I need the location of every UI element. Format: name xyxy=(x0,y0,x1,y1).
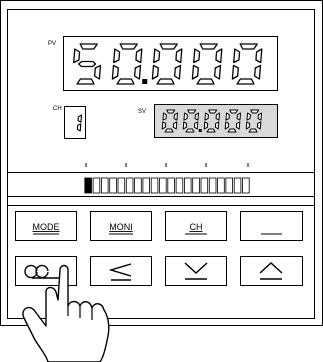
bargraph-segment xyxy=(159,177,167,194)
segment-d xyxy=(156,78,175,85)
decimal-point xyxy=(198,129,202,132)
bargraph-segment xyxy=(167,177,175,194)
segment-d xyxy=(164,128,174,133)
bargraph-segment xyxy=(183,177,192,194)
bargraph-segment xyxy=(200,177,209,194)
ch-label: CH xyxy=(53,106,62,112)
blank-button[interactable] xyxy=(240,211,303,241)
segment-a xyxy=(239,43,258,50)
segment-c xyxy=(133,64,142,80)
mode-button[interactable]: MODE xyxy=(15,211,77,241)
pv-label: PV xyxy=(48,41,56,47)
bargraph-segment xyxy=(225,177,233,194)
segment-f xyxy=(113,48,121,64)
segment-d xyxy=(196,78,215,85)
sv-display xyxy=(154,104,278,138)
bargraph-segment xyxy=(109,177,117,194)
bargraph-segment xyxy=(142,177,150,194)
segment-f xyxy=(246,112,251,121)
segment-f xyxy=(153,48,161,64)
segment-d xyxy=(206,128,216,133)
segment-c xyxy=(253,64,262,80)
bargraph-segment xyxy=(150,177,159,194)
bargraph-segment xyxy=(192,177,200,194)
bargraph-segment xyxy=(242,177,250,194)
bargraph-segment xyxy=(208,177,217,194)
segment-c xyxy=(172,121,178,130)
segment-d xyxy=(76,78,95,85)
segment-d xyxy=(227,128,237,133)
ch-button[interactable]: CH xyxy=(165,211,227,241)
bargraph-segment xyxy=(92,177,101,194)
bargraph-segment xyxy=(134,177,142,194)
segment-a xyxy=(159,43,178,50)
segment-c xyxy=(214,121,220,130)
bargraph-segment xyxy=(101,177,109,194)
moni-button-label: MONI xyxy=(109,222,133,232)
mode-button-label: MODE xyxy=(33,222,60,232)
down-arrow-button[interactable] xyxy=(165,256,227,286)
segment-f xyxy=(233,48,241,64)
segment-c xyxy=(193,121,199,130)
segment-c xyxy=(173,64,182,80)
segment-a xyxy=(166,109,176,114)
sv-label: SV xyxy=(138,109,146,115)
moni-button[interactable]: MONI xyxy=(90,211,152,241)
bargraph-segment xyxy=(217,177,225,194)
less-or-equal-button[interactable] xyxy=(90,256,152,286)
segment-f xyxy=(204,112,209,121)
segment-c xyxy=(76,123,82,132)
segment-f xyxy=(225,112,230,121)
segment-g xyxy=(77,60,97,68)
bargraph-segment xyxy=(125,177,134,194)
segment-f xyxy=(183,112,188,121)
bargraph-segment xyxy=(117,177,126,194)
ch-button-label: CH xyxy=(190,222,203,232)
segment-a xyxy=(119,43,138,50)
segment-a xyxy=(199,43,218,50)
segment-c xyxy=(235,121,241,130)
segment-d xyxy=(185,128,195,133)
segment-d xyxy=(116,78,135,85)
controller-front-panel: PV CH SV MODE MONI CH xyxy=(0,0,323,362)
segment-f xyxy=(162,112,167,121)
up-arrow-button[interactable] xyxy=(240,256,303,286)
segment-a xyxy=(187,109,197,114)
decimal-point xyxy=(142,79,148,84)
segment-c xyxy=(93,64,102,80)
segment-f xyxy=(73,48,81,64)
bargraph-segment xyxy=(233,177,242,194)
segment-d xyxy=(236,78,255,85)
segment-f xyxy=(193,48,201,64)
segment-c xyxy=(256,121,262,130)
segment-a xyxy=(229,109,239,114)
bargraph-segment xyxy=(175,177,184,194)
segment-d xyxy=(248,128,258,133)
segment-c xyxy=(213,64,222,80)
segment-b xyxy=(77,114,83,123)
bargraph-segment-lit xyxy=(84,177,92,194)
segment-a xyxy=(208,109,218,114)
segment-a xyxy=(79,43,98,50)
ch-display xyxy=(64,106,86,139)
segment-a xyxy=(250,109,260,114)
